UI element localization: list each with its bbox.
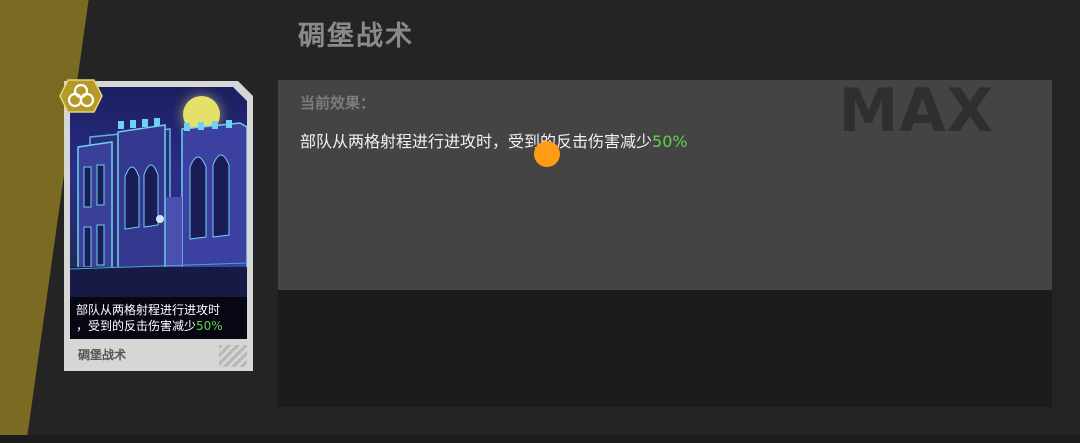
caption-line-1: 部队从两格射程进行进攻时	[76, 303, 221, 317]
skill-card[interactable]: 部队从两格射程进行进攻时 ，受到的反击伤害减少50% 碉堡战术	[64, 81, 253, 371]
caption-line-2-text: ，受到的反击伤害减少	[76, 319, 197, 333]
effect-description: 部队从两格射程进行进攻时，受到的反击伤害减少	[300, 132, 653, 151]
effect-value: 50%	[652, 132, 688, 151]
caption-line-2: ，受到的反击伤害减少50%	[76, 318, 246, 334]
bottom-strip	[0, 435, 1080, 443]
max-level-mark: MAX	[838, 76, 994, 146]
card-corner-stripes	[219, 345, 247, 367]
touch-indicator	[534, 141, 560, 167]
caption-value: 50%	[196, 319, 223, 333]
skill-detail-screen: 碉堡战术 MAX 当前效果： 部队从两格射程进行进攻时，受到的反击伤害减少50%	[0, 0, 1080, 443]
skill-card-caption: 部队从两格射程进行进攻时 ，受到的反击伤害减少50%	[76, 302, 246, 334]
current-effect-text: 部队从两格射程进行进攻时，受到的反击伤害减少50%	[300, 128, 688, 152]
triple-circle-icon	[59, 79, 103, 113]
current-effect-label: 当前效果：	[300, 94, 376, 112]
skill-title: 碉堡战术	[298, 21, 414, 52]
skill-card-name: 碉堡战术	[78, 348, 127, 362]
